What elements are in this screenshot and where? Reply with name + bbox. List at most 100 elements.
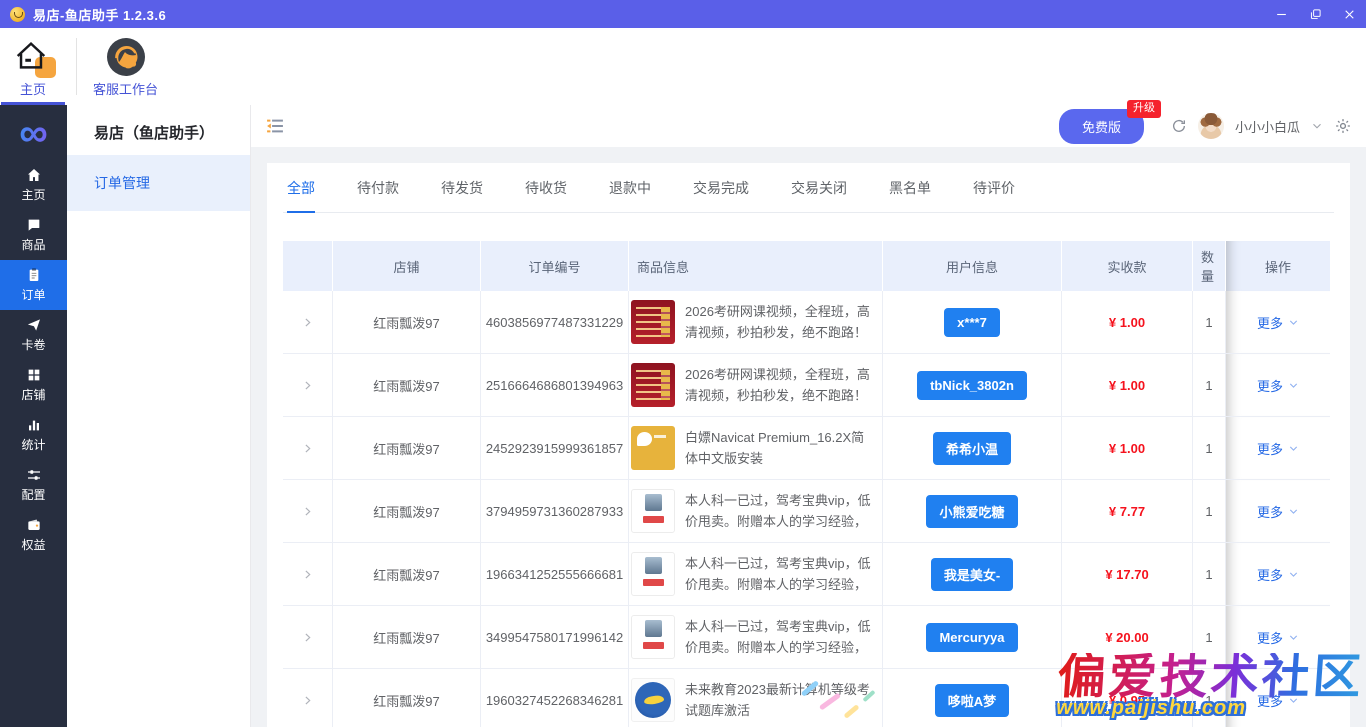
tab[interactable]: 待收货 — [525, 178, 567, 212]
more-actions-button[interactable]: 更多 — [1257, 313, 1299, 332]
quantity: 1 — [1193, 354, 1226, 416]
tab-label: 待评价 — [973, 180, 1015, 196]
table-row: 红雨瓢泼97 4603856977487331229 2026考研网课视频，全程… — [283, 291, 1330, 354]
product-title: 本人科一已过，驾考宝典vip，低价甩卖。附赠本人的学习经验， — [685, 616, 874, 658]
product-title: 白嫖Navicat Premium_16.2X简体中文版安装 — [685, 427, 874, 469]
main-header: 免费版 升级 小小小白瓜 — [251, 105, 1366, 147]
tab[interactable]: 待评价 — [973, 178, 1015, 212]
column-header-product: 商品信息 — [629, 241, 883, 291]
sidebar-item[interactable]: 店铺 — [0, 360, 67, 410]
order-number: 2516664686801394963 — [481, 354, 629, 416]
sidebar-item[interactable]: 卡卷 — [0, 310, 67, 360]
chevron-down-icon[interactable] — [1311, 120, 1323, 132]
product-thumbnail — [631, 363, 675, 407]
quantity: 1 — [1193, 417, 1226, 479]
sidebar-item[interactable]: 商品 — [0, 210, 67, 260]
amount-received: ¥ 1.00 — [1109, 378, 1145, 393]
store-name: 红雨瓢泼97 — [333, 606, 481, 668]
sidebar-item-icon — [26, 267, 42, 283]
maximize-button[interactable] — [1298, 0, 1332, 28]
sidebar-item[interactable]: 主页 — [0, 160, 67, 210]
collapse-menu-icon[interactable] — [265, 116, 285, 136]
buyer-nickname-button[interactable]: 小熊爱吃糖 — [926, 495, 1017, 528]
submenu-item-label: 订单管理 — [94, 173, 150, 193]
tab[interactable]: 交易完成 — [693, 178, 749, 212]
table-row: 红雨瓢泼97 2452923915999361857 白嫖Navicat Pre… — [283, 417, 1330, 480]
more-actions-button[interactable]: 更多 — [1257, 439, 1299, 458]
expand-row-icon[interactable] — [301, 316, 314, 329]
toolbar-item-home[interactable]: 主页 — [0, 28, 66, 105]
sidebar-item-icon — [26, 217, 42, 233]
minimize-button[interactable] — [1264, 0, 1298, 28]
order-number: 1960327452268346281 — [481, 669, 629, 727]
username[interactable]: 小小小白瓜 — [1235, 117, 1300, 136]
more-actions-button[interactable]: 更多 — [1257, 502, 1299, 521]
expand-row-icon[interactable] — [301, 568, 314, 581]
amount-received: ¥ 17.70 — [1105, 567, 1148, 582]
buyer-nickname-button[interactable]: x***7 — [944, 308, 1000, 337]
tab[interactable]: 交易关闭 — [791, 178, 847, 212]
plan-wrap: 免费版 升级 — [1059, 109, 1144, 144]
product-title: 2026考研网课视频，全程班，高清视频，秒拍秒发，绝不跑路！ — [685, 301, 874, 343]
expand-row-icon[interactable] — [301, 505, 314, 518]
buyer-nickname-button[interactable]: Mercuryya — [926, 623, 1017, 652]
tab-label: 待收货 — [525, 180, 567, 196]
amount-received: ¥ 1.00 — [1109, 315, 1145, 330]
tab[interactable]: 待发货 — [441, 178, 483, 212]
tab[interactable]: 待付款 — [357, 178, 399, 212]
more-actions-button[interactable]: 更多 — [1257, 565, 1299, 584]
sidebar-item[interactable]: 权益 — [0, 510, 67, 560]
sidebar-item[interactable]: 统计 — [0, 410, 67, 460]
expand-row-icon[interactable] — [301, 631, 314, 644]
tab[interactable]: 全部 — [287, 178, 315, 212]
more-actions-button[interactable]: 更多 — [1257, 628, 1299, 647]
table-row: 红雨瓢泼97 3499547580171996142 本人科一已过，驾考宝典vi… — [283, 606, 1330, 669]
quantity: 1 — [1193, 606, 1226, 668]
tab[interactable]: 黑名单 — [889, 178, 931, 212]
tab-label: 交易完成 — [693, 180, 749, 196]
tab[interactable]: 退款中 — [609, 178, 651, 212]
more-actions-label: 更多 — [1257, 439, 1283, 458]
store-name: 红雨瓢泼97 — [333, 480, 481, 542]
sidebar-item[interactable]: 订单 — [0, 260, 67, 310]
expand-row-icon[interactable] — [301, 379, 314, 392]
tab-label: 全部 — [287, 180, 315, 196]
quantity: 1 — [1193, 669, 1226, 727]
toolbar-item-label: 主页 — [20, 79, 46, 98]
top-toolbar: 主页 客服工作台 — [0, 28, 1366, 105]
sidebar-item-label: 订单 — [21, 286, 45, 303]
buyer-nickname-button[interactable]: 希希小温 — [933, 432, 1011, 465]
table-header: 店铺 订单编号 商品信息 用户信息 实收款 数量 操作 — [283, 241, 1330, 291]
gear-icon[interactable] — [1334, 117, 1352, 135]
avatar[interactable] — [1198, 113, 1224, 139]
order-number: 2452923915999361857 — [481, 417, 629, 479]
sidebar-item[interactable]: 配置 — [0, 460, 67, 510]
titlebar: 易店-鱼店助手 1.2.3.6 — [0, 0, 1366, 28]
quantity: 1 — [1193, 480, 1226, 542]
sidebar-item-label: 商品 — [21, 236, 45, 253]
column-header-order-no: 订单编号 — [481, 241, 629, 291]
buyer-nickname-button[interactable]: 我是美女- — [931, 558, 1013, 591]
expand-row-icon[interactable] — [301, 694, 314, 707]
sidebar-item-icon — [26, 467, 42, 483]
buyer-nickname-button[interactable]: 哆啦A梦 — [935, 684, 1009, 717]
sidebar-item-icon — [26, 417, 42, 433]
expand-row-icon[interactable] — [301, 442, 314, 455]
submenu-item-order-management[interactable]: 订单管理 — [67, 155, 250, 211]
close-button[interactable] — [1332, 0, 1366, 28]
more-actions-button[interactable]: 更多 — [1257, 691, 1299, 710]
sidebar: ∞ 主页 商品 订单 卡卷 店铺 — [0, 105, 67, 727]
product-title: 2026考研网课视频，全程班，高清视频，秒拍秒发，绝不跑路！ — [685, 364, 874, 406]
amount-received: ¥ 1.00 — [1109, 441, 1145, 456]
upgrade-badge[interactable]: 升级 — [1127, 100, 1161, 118]
table-row: 红雨瓢泼97 2516664686801394963 2026考研网课视频，全程… — [283, 354, 1330, 417]
refresh-icon[interactable] — [1171, 118, 1187, 134]
store-name: 红雨瓢泼97 — [333, 291, 481, 353]
column-header-user: 用户信息 — [883, 241, 1062, 291]
more-actions-button[interactable]: 更多 — [1257, 376, 1299, 395]
toolbar-divider — [76, 38, 77, 95]
submenu-panel: 易店（鱼店助手） 订单管理 — [67, 105, 251, 727]
toolbar-item-workbench[interactable]: 客服工作台 — [87, 28, 164, 105]
window-title: 易店-鱼店助手 1.2.3.6 — [33, 5, 166, 24]
buyer-nickname-button[interactable]: tbNick_3802n — [917, 371, 1027, 400]
